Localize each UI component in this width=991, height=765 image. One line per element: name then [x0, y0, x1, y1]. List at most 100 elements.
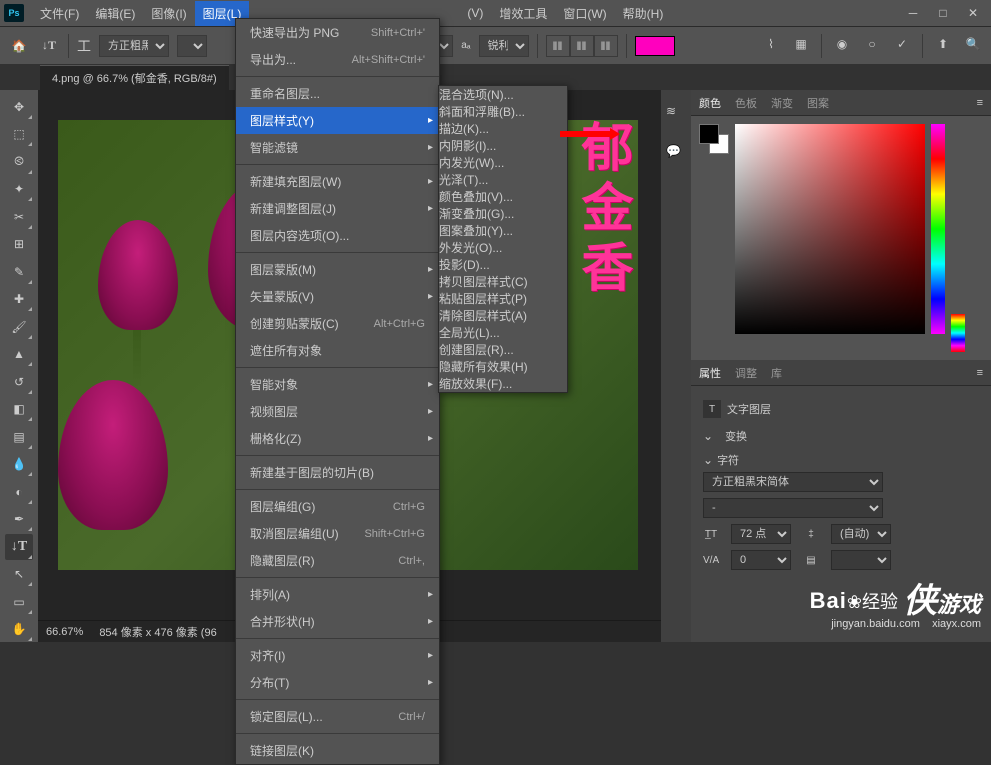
- align-top[interactable]: ‖‖: [546, 35, 570, 57]
- menu-item[interactable]: 合并形状(H): [236, 608, 439, 635]
- menu-item[interactable]: 快速导出为 PNGShift+Ctrl+': [236, 19, 439, 46]
- submenu-item[interactable]: 混合选项(N)...: [439, 86, 567, 103]
- cancel-icon[interactable]: ○: [862, 34, 882, 54]
- eyedropper-tool[interactable]: ✎: [5, 259, 33, 285]
- menu-item[interactable]: 重命名图层...: [236, 80, 439, 107]
- healing-tool[interactable]: ✚: [5, 287, 33, 313]
- submenu-item[interactable]: 内发光(W)...: [439, 154, 567, 171]
- brush-tool[interactable]: 🖌: [5, 314, 33, 340]
- home-icon[interactable]: 🏠: [8, 35, 30, 57]
- menu-item[interactable]: 排列(A): [236, 581, 439, 608]
- maximize-button[interactable]: □: [929, 4, 957, 22]
- font-style-select[interactable]: [177, 35, 207, 57]
- eraser-tool[interactable]: ◧: [5, 397, 33, 423]
- fg-bg-colors[interactable]: [699, 124, 729, 154]
- comment-icon[interactable]: 💬: [666, 144, 686, 164]
- panel-menu-icon[interactable]: ≡: [977, 97, 983, 109]
- submenu-item[interactable]: 渐变叠加(G)...: [439, 205, 567, 222]
- color-ramp[interactable]: [951, 314, 965, 352]
- char-header[interactable]: 字符: [703, 448, 979, 472]
- menu-item[interactable]: 图层编组(G)Ctrl+G: [236, 493, 439, 520]
- menu-item[interactable]: 遮住所有对象: [236, 337, 439, 364]
- submenu-item[interactable]: 拷贝图层样式(C): [439, 273, 567, 290]
- props-size-input[interactable]: 72 点: [731, 524, 791, 544]
- menu-item[interactable]: 栅格化(Z): [236, 425, 439, 452]
- tab-adjust[interactable]: 调整: [735, 365, 757, 381]
- warp-text-icon[interactable]: ⌇: [761, 34, 781, 54]
- menu-item[interactable]: 图层蒙版(M): [236, 256, 439, 283]
- menu-view[interactable]: (V): [459, 2, 491, 24]
- tab-properties[interactable]: 属性: [699, 365, 721, 381]
- props-tracking-input[interactable]: 0: [731, 550, 791, 570]
- antialias-select[interactable]: 锐利: [479, 35, 529, 57]
- submenu-item[interactable]: 全局光(L)...: [439, 324, 567, 341]
- menu-item[interactable]: 智能滤镜: [236, 134, 439, 161]
- pen-tool[interactable]: ✒: [5, 507, 33, 533]
- menu-item[interactable]: 隐藏图层(R)Ctrl+,: [236, 547, 439, 574]
- font-family-select[interactable]: 方正粗黑宋简: [99, 35, 169, 57]
- menu-plugin[interactable]: 增效工具: [491, 1, 555, 26]
- menu-item[interactable]: 锁定图层(L)...Ctrl+/: [236, 703, 439, 730]
- text-layer[interactable]: 郁金香: [571, 120, 633, 300]
- history-brush-tool[interactable]: ↺: [5, 369, 33, 395]
- path-select-tool[interactable]: ↖: [5, 562, 33, 588]
- move-tool[interactable]: ✥: [5, 94, 33, 120]
- props-kerning-input[interactable]: [831, 550, 891, 570]
- tab-gradient[interactable]: 渐变: [771, 95, 793, 111]
- submenu-item[interactable]: 描边(K)...: [439, 120, 567, 137]
- orient-icon[interactable]: 工: [77, 36, 91, 56]
- close-button[interactable]: ✕: [959, 4, 987, 22]
- menu-image[interactable]: 图像(I): [143, 1, 194, 26]
- text-tool-icon[interactable]: ↓T: [38, 35, 60, 57]
- menu-item[interactable]: 链接图层(K): [236, 737, 439, 764]
- blur-tool[interactable]: 💧: [5, 452, 33, 478]
- menu-item[interactable]: 导出为...Alt+Shift+Ctrl+': [236, 46, 439, 73]
- menu-item[interactable]: 新建调整图层(J): [236, 195, 439, 222]
- menu-item[interactable]: 图层样式(Y): [236, 107, 439, 134]
- menu-item[interactable]: 对齐(I): [236, 642, 439, 669]
- submenu-item[interactable]: 创建图层(R)...: [439, 341, 567, 358]
- menu-item[interactable]: 智能对象: [236, 371, 439, 398]
- gradient-tool[interactable]: ▤: [5, 424, 33, 450]
- document-tab[interactable]: 4.png @ 66.7% (郁金香, RGB/8#): [40, 65, 229, 90]
- align-bottom[interactable]: ‖‖: [594, 35, 618, 57]
- panel-menu-icon[interactable]: ≡: [977, 367, 983, 379]
- submenu-item[interactable]: 清除图层样式(A): [439, 307, 567, 324]
- menu-window[interactable]: 窗口(W): [555, 1, 614, 26]
- marquee-tool[interactable]: ⬚: [5, 122, 33, 148]
- menu-edit[interactable]: 编辑(E): [87, 1, 143, 26]
- menu-item[interactable]: 矢量蒙版(V): [236, 283, 439, 310]
- submenu-item[interactable]: 外发光(O)...: [439, 239, 567, 256]
- submenu-item[interactable]: 内阴影(I)...: [439, 137, 567, 154]
- lasso-tool[interactable]: ⧀: [5, 149, 33, 175]
- submenu-item[interactable]: 缩放效果(F)...: [439, 375, 567, 392]
- char-panel-icon[interactable]: ▦: [791, 34, 811, 54]
- tab-color[interactable]: 颜色: [699, 95, 721, 111]
- hue-slider[interactable]: [931, 124, 945, 334]
- tab-swatches[interactable]: 色板: [735, 95, 757, 111]
- fg-color[interactable]: [699, 124, 719, 144]
- tab-library[interactable]: 库: [771, 365, 782, 381]
- menu-item[interactable]: 分布(T): [236, 669, 439, 696]
- tab-pattern[interactable]: 图案: [807, 95, 829, 111]
- hand-tool[interactable]: ✋: [5, 617, 33, 643]
- share-icon[interactable]: ⬆: [933, 34, 953, 54]
- menu-item[interactable]: 创建剪贴蒙版(C)Alt+Ctrl+G: [236, 310, 439, 337]
- menu-item[interactable]: 新建基于图层的切片(B): [236, 459, 439, 486]
- frame-tool[interactable]: ⊞: [5, 232, 33, 258]
- transform-header[interactable]: 变换: [703, 424, 979, 448]
- submenu-item[interactable]: 粘贴图层样式(P): [439, 290, 567, 307]
- submenu-item[interactable]: 斜面和浮雕(B)...: [439, 103, 567, 120]
- 3d-icon[interactable]: ◉: [832, 34, 852, 54]
- menu-item[interactable]: 新建填充图层(W): [236, 168, 439, 195]
- shape-tool[interactable]: ▭: [5, 589, 33, 615]
- saturation-picker[interactable]: [735, 124, 925, 334]
- props-font-select[interactable]: 方正粗黑宋简体: [703, 472, 883, 492]
- menu-file[interactable]: 文件(F): [32, 1, 87, 26]
- minimize-button[interactable]: ─: [899, 4, 927, 22]
- submenu-item[interactable]: 投影(D)...: [439, 256, 567, 273]
- submenu-item[interactable]: 光泽(T)...: [439, 171, 567, 188]
- history-icon[interactable]: ≋: [666, 104, 686, 124]
- stamp-tool[interactable]: ▲: [5, 342, 33, 368]
- text-color-swatch[interactable]: [635, 36, 675, 56]
